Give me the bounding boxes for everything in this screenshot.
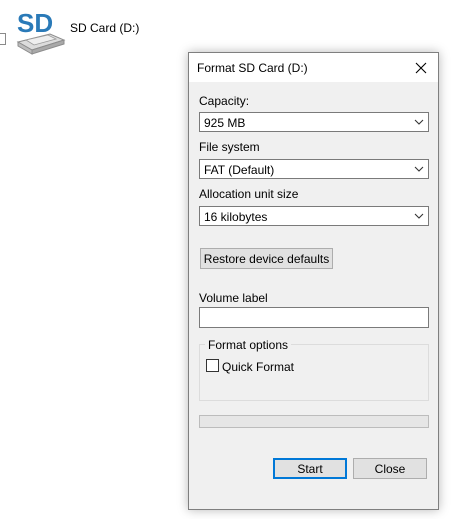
format-progress-bar [199,415,429,428]
dialog-title: Format SD Card (D:) [197,61,308,75]
close-button[interactable]: Close [353,458,427,479]
dialog-close-button[interactable] [404,53,438,82]
allocation-unit-dropdown[interactable]: 16 kilobytes [199,206,429,226]
drive-label[interactable]: SD Card (D:) [70,21,139,35]
sd-card-drive-icon[interactable]: SD [14,8,66,60]
quick-format-checkbox[interactable] [206,359,219,372]
chevron-down-icon [414,213,424,219]
desktop-area: SD SD Card (D:) Format SD Card (D:) Capa… [0,0,452,519]
allocation-unit-label: Allocation unit size [199,187,299,201]
chevron-down-icon [414,166,424,172]
chevron-down-icon [414,119,424,125]
file-system-dropdown[interactable]: FAT (Default) [199,159,429,179]
file-system-label: File system [199,140,260,154]
format-options-legend: Format options [205,338,292,352]
capacity-dropdown[interactable]: 925 MB [199,112,429,132]
quick-format-label[interactable]: Quick Format [222,360,294,374]
restore-defaults-button[interactable]: Restore device defaults [200,248,333,269]
format-dialog: Format SD Card (D:) Capacity: 925 MB Fil… [188,52,439,510]
dialog-titlebar[interactable]: Format SD Card (D:) [189,53,438,82]
sd-drive-icon: SD [16,8,66,55]
sd-icon-text: SD [17,8,53,38]
volume-label-caption: Volume label [199,291,268,305]
start-button[interactable]: Start [273,458,347,479]
allocation-unit-value: 16 kilobytes [204,210,268,224]
capacity-label: Capacity: [199,94,250,108]
capacity-value: 925 MB [204,116,246,130]
close-icon [415,62,427,73]
volume-label-input[interactable] [199,307,429,328]
partial-checkbox[interactable] [0,33,6,45]
file-system-value: FAT (Default) [204,163,275,177]
